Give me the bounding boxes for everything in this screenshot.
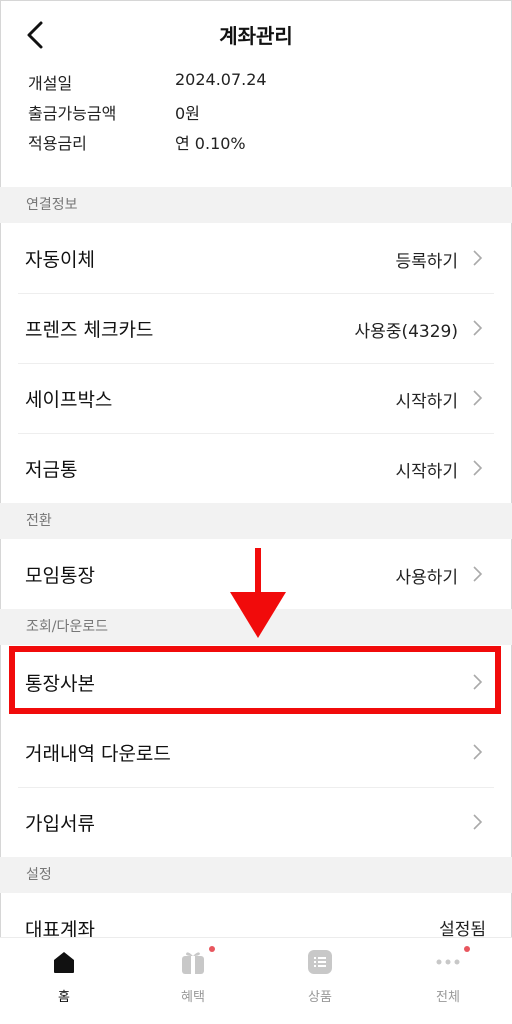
tab-label: 전체 <box>436 990 460 1005</box>
chevron-right-icon <box>473 250 483 266</box>
header: 계좌관리 <box>0 0 512 66</box>
notification-badge <box>209 946 215 952</box>
row-label: 프렌즈 체크카드 <box>25 319 154 341</box>
row-safe-box[interactable]: 세이프박스 시작하기 <box>0 363 512 433</box>
notification-badge <box>464 946 470 952</box>
section-header-settings: 설정 <box>0 857 512 893</box>
info-value: 0원 <box>175 104 200 123</box>
tab-label: 상품 <box>308 990 332 1005</box>
chevron-right-icon <box>473 744 483 760</box>
row-value: 시작하기 <box>395 462 458 482</box>
row-label: 모임통장 <box>25 565 95 587</box>
info-key: 출금가능금액 <box>28 104 117 123</box>
tab-all[interactable]: 전체 <box>408 946 488 1005</box>
row-friends-check-card[interactable]: 프렌즈 체크카드 사용중(4329) <box>0 293 512 363</box>
chevron-right-icon <box>473 460 483 476</box>
list-icon <box>308 950 332 974</box>
down-arrow-annotation-icon <box>230 548 286 638</box>
info-value: 2024.07.24 <box>175 70 267 89</box>
chevron-right-icon <box>473 320 483 336</box>
row-join-documents[interactable]: 가입서류 <box>0 787 512 857</box>
row-label: 가입서류 <box>25 813 95 835</box>
tab-home[interactable]: 홈 <box>24 948 104 1005</box>
row-label: 세이프박스 <box>25 389 113 411</box>
chevron-right-icon <box>473 566 483 582</box>
tab-benefits[interactable]: 혜택 <box>153 946 233 1005</box>
info-key: 적용금리 <box>28 134 87 153</box>
info-key: 개설일 <box>28 74 73 93</box>
row-value: 시작하기 <box>395 392 458 412</box>
info-value: 연 0.10% <box>175 134 246 153</box>
row-savings-box[interactable]: 저금통 시작하기 <box>0 433 512 503</box>
page-title: 계좌관리 <box>219 24 293 48</box>
chevron-right-icon <box>473 814 483 830</box>
tab-products[interactable]: 상품 <box>280 948 360 1005</box>
section-header-link-info: 연결정보 <box>0 187 512 223</box>
home-icon <box>54 952 74 973</box>
gift-icon <box>182 952 204 974</box>
chevron-right-icon <box>473 390 483 406</box>
row-label: 저금통 <box>25 459 78 481</box>
tab-label: 홈 <box>58 990 70 1005</box>
more-dots-icon <box>436 959 460 965</box>
row-main-account[interactable]: 대표계좌 설정됨 <box>0 893 512 943</box>
row-value: 사용중(4329) <box>354 322 458 342</box>
highlight-box <box>9 646 501 714</box>
row-label: 자동이체 <box>25 249 95 271</box>
row-value: 등록하기 <box>395 252 458 272</box>
row-auto-transfer[interactable]: 자동이체 등록하기 <box>0 223 512 293</box>
tab-label: 혜택 <box>181 990 205 1005</box>
bottom-tab-bar: 홈 혜택 상품 전체 <box>0 937 512 1024</box>
row-value: 사용하기 <box>395 568 458 588</box>
row-history-download[interactable]: 거래내역 다운로드 <box>0 717 512 787</box>
section-header-convert: 전환 <box>0 503 512 539</box>
row-label: 거래내역 다운로드 <box>25 743 171 765</box>
